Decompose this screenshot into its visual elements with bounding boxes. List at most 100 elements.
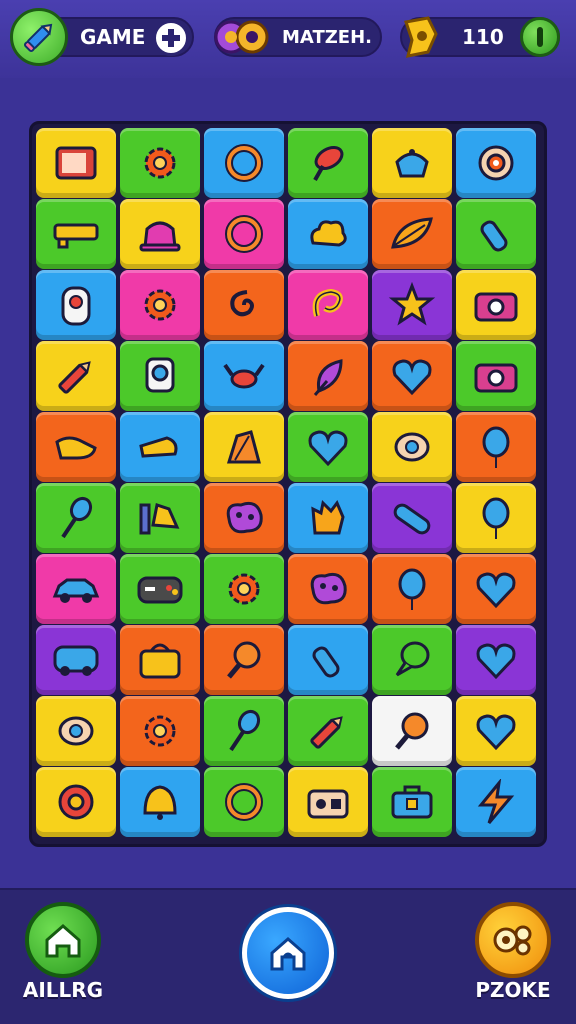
tile-ring[interactable]: [204, 767, 284, 837]
lifebuoy-icon: [58, 784, 94, 820]
tile-ring[interactable]: [204, 199, 284, 269]
bell-icon: [143, 785, 177, 820]
tile-cloud[interactable]: [288, 199, 368, 269]
tile-gamepad[interactable]: [120, 554, 200, 624]
tile-star[interactable]: [372, 270, 452, 340]
play-button[interactable]: [242, 907, 334, 999]
tile-heart[interactable]: [288, 412, 368, 482]
tile-bottle[interactable]: [288, 625, 368, 695]
tile-heart[interactable]: [372, 341, 452, 411]
tile-bell[interactable]: [120, 767, 200, 837]
tile-crab[interactable]: [204, 341, 284, 411]
blob-icon: [226, 501, 263, 534]
tile-egg[interactable]: [36, 696, 116, 766]
tile-tape[interactable]: [36, 199, 116, 269]
tile-suitcase[interactable]: [372, 767, 452, 837]
tile-heart[interactable]: [456, 554, 536, 624]
tile-hand[interactable]: [288, 483, 368, 553]
ring-icon: [225, 144, 263, 182]
tile-donut[interactable]: [456, 128, 536, 198]
tile-ring[interactable]: [204, 128, 284, 198]
tile-shoe[interactable]: [36, 412, 116, 482]
heart-icon: [476, 572, 516, 609]
prize-button[interactable]: [475, 902, 551, 978]
tile-balloon[interactable]: [372, 554, 452, 624]
whistle-icon: [139, 436, 178, 458]
tile-camera[interactable]: [456, 270, 536, 340]
tile-bolt[interactable]: [456, 767, 536, 837]
tile-whistle[interactable]: [120, 412, 200, 482]
tile-gear[interactable]: [120, 270, 200, 340]
capsule-icon: [393, 503, 431, 535]
match-icon: [212, 16, 270, 58]
tile-pin[interactable]: [288, 128, 368, 198]
hand-icon: [311, 499, 345, 535]
tile-lens[interactable]: [120, 341, 200, 411]
puzzle-coin-icon: [398, 12, 442, 62]
add-button[interactable]: [153, 20, 189, 56]
tile-teapot[interactable]: [372, 128, 452, 198]
tile-lifebuoy[interactable]: [36, 767, 116, 837]
home-button[interactable]: [25, 902, 101, 978]
gear-icon: [228, 573, 260, 605]
prize-label: PZOKE: [475, 978, 551, 1002]
tile-heart[interactable]: [456, 625, 536, 695]
tile-spoon[interactable]: [36, 483, 116, 553]
tile-capsule[interactable]: [372, 483, 452, 553]
tile-magnifier[interactable]: [372, 696, 452, 766]
exit-button[interactable]: [520, 17, 560, 57]
balloon-icon: [398, 568, 426, 610]
tile-bag[interactable]: [120, 625, 200, 695]
tile-robot[interactable]: [36, 270, 116, 340]
tile-pencil[interactable]: [36, 341, 116, 411]
tile-leaf[interactable]: [372, 199, 452, 269]
tile-balloon[interactable]: [456, 412, 536, 482]
tile-pencil[interactable]: [288, 696, 368, 766]
tile-bottle[interactable]: [456, 199, 536, 269]
game-label: GAME: [80, 25, 146, 49]
suitcase-icon: [391, 785, 433, 819]
tile-egg[interactable]: [372, 412, 452, 482]
tile-blob[interactable]: [204, 483, 284, 553]
lens-icon: [145, 357, 175, 393]
heart-icon: [308, 430, 348, 467]
tile-tag[interactable]: [204, 412, 284, 482]
tile-camera[interactable]: [456, 341, 536, 411]
pin-icon: [313, 146, 344, 181]
tile-spoon[interactable]: [204, 696, 284, 766]
tile-bubble[interactable]: [372, 625, 452, 695]
tile-gear[interactable]: [120, 128, 200, 198]
robot-icon: [61, 286, 91, 326]
gadget-icon: [139, 503, 180, 535]
tile-swirl[interactable]: [204, 270, 284, 340]
balloon-icon: [482, 497, 510, 539]
shoe-icon: [55, 436, 97, 460]
camera-icon: [474, 363, 518, 393]
star-icon: [388, 282, 436, 326]
tile-feather[interactable]: [288, 341, 368, 411]
gear-icon: [144, 715, 176, 747]
tile-hat[interactable]: [120, 199, 200, 269]
tile-car[interactable]: [36, 554, 116, 624]
pencil-icon[interactable]: [10, 8, 68, 66]
home-icon: [45, 924, 81, 958]
tile-hook[interactable]: [288, 270, 368, 340]
tile-gear[interactable]: [204, 554, 284, 624]
tile-gadget[interactable]: [120, 483, 200, 553]
tile-balloon[interactable]: [456, 483, 536, 553]
crab-icon: [223, 363, 265, 389]
hat-icon: [139, 221, 181, 252]
tile-bus[interactable]: [36, 625, 116, 695]
car-icon: [52, 578, 100, 603]
tile-gear[interactable]: [120, 696, 200, 766]
tile-magnifier[interactable]: [204, 625, 284, 695]
bubble-icon: [395, 641, 430, 677]
tape-icon: [53, 223, 99, 249]
tile-blob[interactable]: [288, 554, 368, 624]
tile-radio[interactable]: [288, 767, 368, 837]
feather-icon: [313, 359, 343, 396]
tile-heart[interactable]: [456, 696, 536, 766]
donut-icon: [478, 145, 514, 181]
tile-tv[interactable]: [36, 128, 116, 198]
hook-icon: [312, 288, 343, 317]
